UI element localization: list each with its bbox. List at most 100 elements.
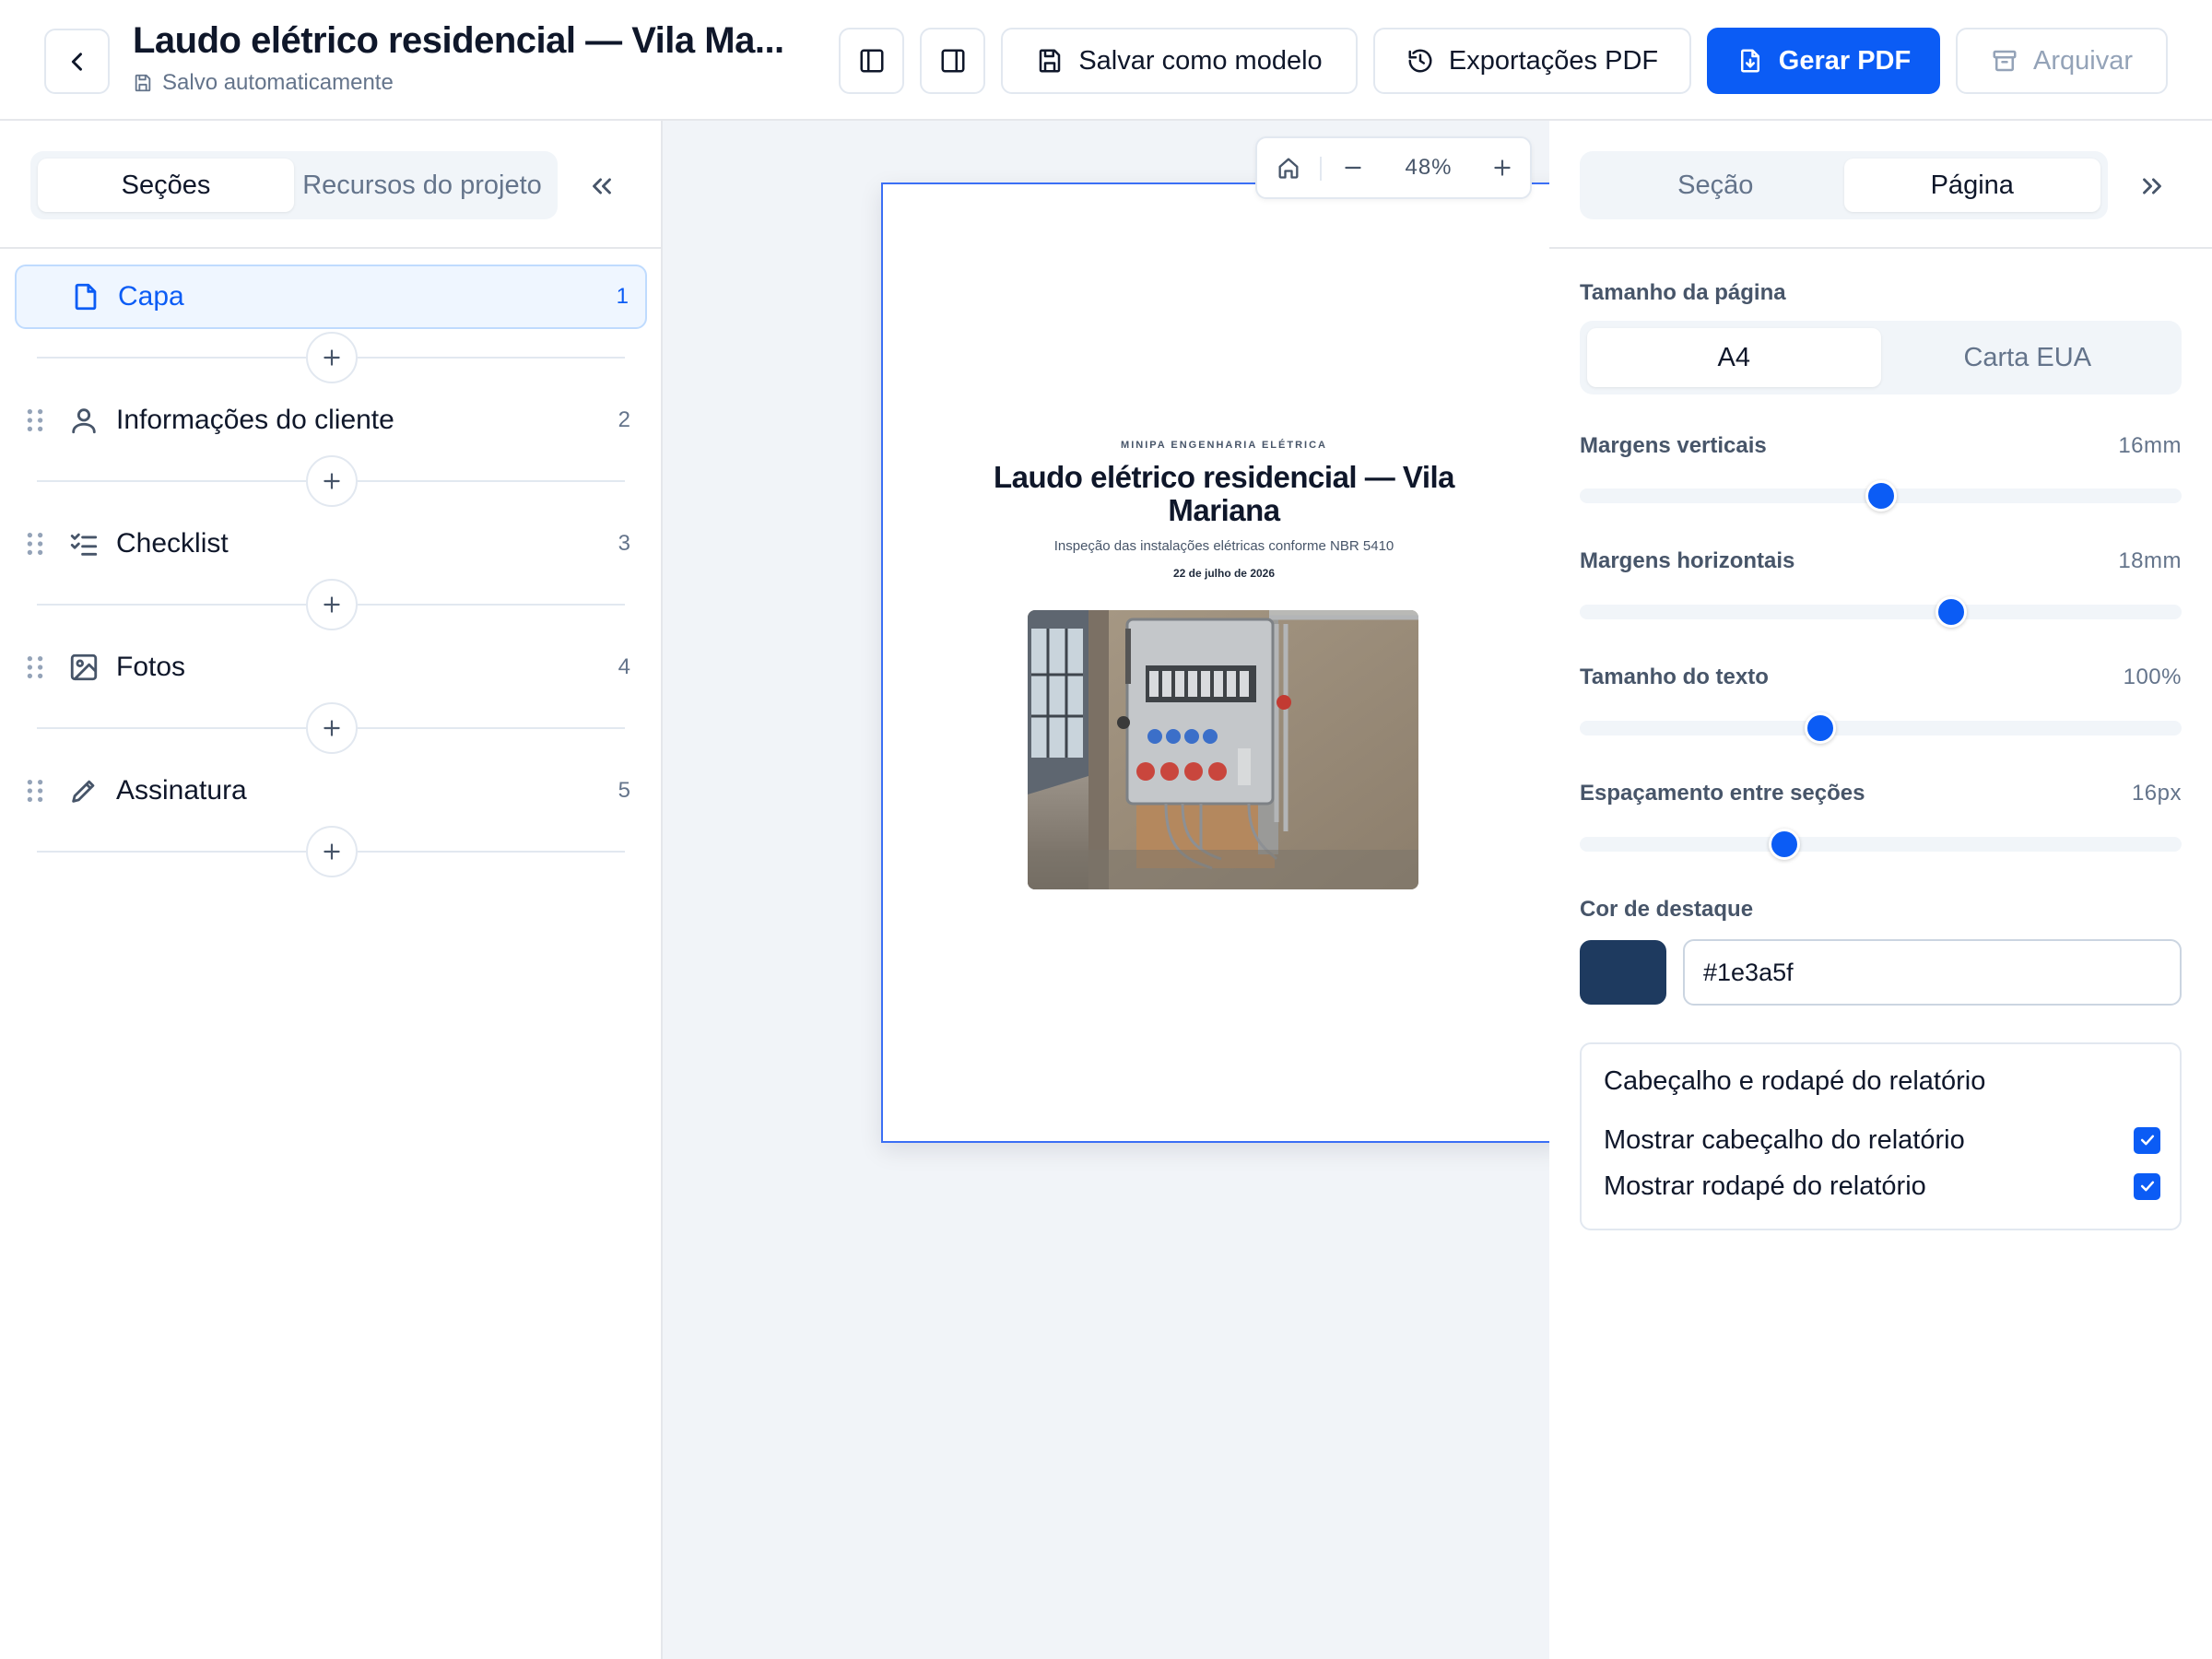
cover-photo [1028,610,1418,889]
page-size-us-letter[interactable]: Carta EUA [1881,328,2175,387]
text-size-value: 100% [2123,665,2182,689]
panel-left-icon [860,49,883,73]
horizontal-margins-slider[interactable] [1580,596,2182,628]
preview-date: 22 de julho de 2026 [1172,567,1276,580]
file-download-icon [1740,49,1759,73]
page-preview[interactable]: MINIPA ENGENHARIA ELÉTRICA Laudo elétric… [881,182,1549,1143]
pdf-exports-button[interactable]: Exportações PDF [1373,28,1691,94]
horizontal-margins-label: Margens horizontais [1580,548,1795,573]
add-section-button[interactable] [306,579,358,630]
user-icon [68,405,100,436]
minus-icon [1345,166,1361,170]
generate-pdf-button[interactable]: Gerar PDF [1707,28,1940,94]
show-header-label: Mostrar cabeçalho do relatório [1604,1124,1965,1155]
archive-button[interactable]: Arquivar [1956,28,2168,94]
divider [1320,157,1322,181]
tab-sections[interactable]: Seções [38,159,294,212]
preview-title: Laudo elétrico residencial — Vila Marian… [993,460,1455,527]
document-title[interactable]: Laudo elétrico residencial — Vila Ma... [133,20,801,62]
check-icon [2140,1135,2154,1146]
slider-thumb[interactable] [1865,480,1897,512]
drag-handle-icon[interactable] [24,406,46,434]
toggle-left-panel-button[interactable] [839,28,904,94]
divider [0,247,661,249]
section-item-signature[interactable]: Assinatura 5 [15,759,647,823]
collapse-right-button[interactable] [2136,171,2168,202]
plus-icon [324,596,340,613]
section-spacing-value: 16px [2131,781,2182,806]
add-section-button[interactable] [306,702,358,754]
pencil-icon [68,775,100,806]
show-header-option[interactable]: Mostrar cabeçalho do relatório [1604,1122,2160,1159]
section-item-checklist[interactable]: Checklist 3 [15,512,647,576]
slider-thumb[interactable] [1769,829,1801,860]
show-footer-option[interactable]: Mostrar rodapé do relatório [1604,1168,2160,1205]
section-item-capa[interactable]: Capa 1 [15,265,647,329]
left-tabs: Seções Recursos do projeto [30,151,558,219]
tab-section[interactable]: Seção [1587,159,1844,212]
text-size-slider[interactable] [1580,712,2182,744]
check-icon [2140,1181,2154,1192]
show-footer-checkbox[interactable] [2134,1172,2160,1200]
image-icon [68,652,100,683]
section-spacing-slider[interactable] [1580,829,2182,860]
show-footer-label: Mostrar rodapé do relatório [1604,1171,1926,1201]
section-label: Assinatura [116,775,247,806]
section-number: 1 [616,284,629,309]
section-number: 3 [618,531,630,556]
vertical-margins-label: Margens verticais [1580,433,1767,458]
preview-canvas[interactable]: MINIPA ENGENHARIA ELÉTRICA Laudo elétric… [663,121,1549,1659]
tab-project-resources[interactable]: Recursos do projeto [294,159,550,212]
add-section-button[interactable] [306,455,358,507]
zoom-level: 48% [1382,138,1475,197]
header-footer-title: Cabeçalho e rodapé do relatório [1604,1066,1986,1096]
chevrons-right-icon [2143,178,2161,194]
panel-right-icon [941,49,964,73]
archive-label: Arquivar [2033,45,2133,76]
section-label: Informações do cliente [116,405,394,435]
save-icon [1040,49,1061,73]
zoom-toolbar: 48% [1255,136,1532,199]
add-section-button[interactable] [306,826,358,877]
top-bar: Laudo elétrico residencial — Vila Ma... … [0,0,2212,121]
page-size-a4[interactable]: A4 [1587,328,1881,387]
section-item-photos[interactable]: Fotos 4 [15,635,647,700]
slider-thumb[interactable] [1935,596,1967,628]
section-number: 5 [618,778,630,803]
back-button[interactable] [44,29,110,94]
page-size-label: Tamanho da página [1580,280,1786,305]
pdf-exports-label: Exportações PDF [1448,45,1659,76]
plus-icon [324,473,340,489]
header-footer-card: Cabeçalho e rodapé do relatório Mostrar … [1580,1042,2182,1230]
drag-handle-icon[interactable] [24,777,46,805]
save-icon [135,74,151,92]
show-header-checkbox[interactable] [2134,1126,2160,1154]
save-as-template-button[interactable]: Salvar como modelo [1001,28,1358,94]
preview-subtitle: Inspeção das instalações elétricas confo… [1053,538,1394,554]
zoom-in-button[interactable] [1475,138,1530,197]
home-icon [1278,158,1299,179]
add-section-button[interactable] [306,332,358,383]
home-button[interactable] [1257,138,1320,197]
zoom-value: 48% [1405,155,1453,180]
plus-icon [1494,159,1511,176]
right-tabs: Seção Página [1580,151,2108,219]
section-number: 4 [618,654,630,679]
generate-pdf-label: Gerar PDF [1778,45,1912,76]
archive-icon [1993,50,2017,72]
zoom-out-button[interactable] [1324,138,1382,197]
accent-color-swatch[interactable] [1580,940,1666,1005]
section-spacing-label: Espaçamento entre seções [1580,781,1865,806]
drag-handle-icon[interactable] [24,530,46,558]
accent-color-input[interactable]: #1e3a5f [1683,939,2182,1006]
tab-page[interactable]: Página [1843,159,2100,212]
vertical-margins-slider[interactable] [1580,480,2182,512]
page-size-selector: A4 Carta EUA [1580,321,2182,394]
slider-thumb[interactable] [1805,712,1837,744]
section-item-client-info[interactable]: Informações do cliente 2 [15,388,647,453]
section-label: Fotos [116,652,186,682]
collapse-left-button[interactable] [586,171,618,202]
toggle-right-panel-button[interactable] [920,28,985,94]
checklist-icon [68,528,100,559]
drag-handle-icon[interactable] [24,653,46,681]
